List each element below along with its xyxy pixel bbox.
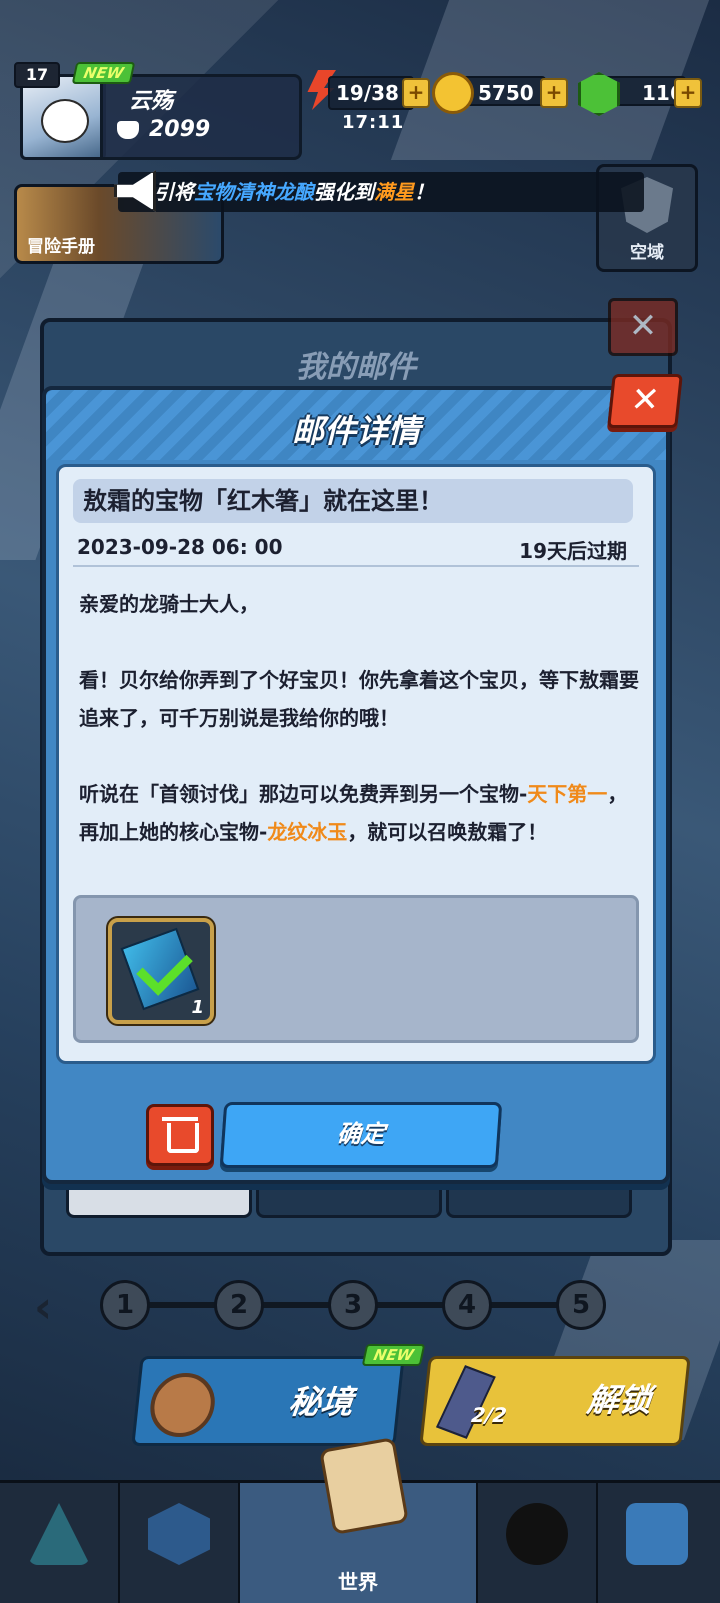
new-badge: NEW	[71, 62, 136, 84]
trash-icon-lid	[162, 1117, 198, 1121]
mail-content-card: 敖霜的宝物「红木箸」就在这里！ 2023-09-28 06: 00 19天后过期…	[56, 464, 656, 1064]
stage-dot[interactable]: 4	[442, 1280, 492, 1330]
nav-world-label: 世界	[338, 1570, 378, 1594]
mail-paragraph: 听说在「首领讨伐」那边可以免费弄到另一个宝物-天下第一，再加上她的核心宝物-龙纹…	[79, 775, 639, 851]
announcement-prefix: 引将	[154, 180, 194, 204]
stage-dot[interactable]: 2	[214, 1280, 264, 1330]
stage-selector: 1 2 3 4 5	[100, 1280, 620, 1330]
add-gem-button[interactable]: +	[674, 78, 702, 108]
unlock-label: 解锁	[585, 1381, 654, 1419]
confirm-button[interactable]: 确定	[219, 1102, 503, 1168]
mail-list-close-button[interactable]: ✕	[608, 298, 678, 356]
avatar-face	[41, 99, 89, 143]
target-icon	[147, 1373, 218, 1437]
add-gold-button[interactable]: +	[540, 78, 568, 108]
bottom-nav: 世界	[0, 1437, 720, 1603]
sky-domain-label: 空域	[630, 243, 664, 263]
stamina-timer: 17:11	[342, 112, 405, 133]
mail-text: 听说在「首领讨伐」那边可以免费弄到另一个宝物-	[79, 782, 528, 806]
announcement-banner: 引将宝物清神龙酿强化到满星！	[118, 172, 644, 212]
mail-date: 2023-09-28 06: 00	[77, 535, 283, 559]
mail-greeting: 亲爱的龙骑士大人，	[79, 592, 259, 616]
player-name: 云殇	[129, 89, 174, 114]
secret-realm-button[interactable]: 秘境	[131, 1356, 405, 1446]
announcement-suffix: ！	[414, 180, 434, 204]
announcement-mid: 强化到	[314, 180, 374, 204]
trash-icon	[167, 1123, 199, 1153]
attachment-area: 1	[73, 895, 639, 1043]
announcement-level: 满星	[374, 180, 414, 204]
add-stamina-button[interactable]: +	[402, 78, 430, 108]
chevron-left-icon[interactable]: ‹	[34, 1282, 52, 1333]
new-badge: NEW	[361, 1344, 426, 1366]
shop-icon	[626, 1503, 688, 1565]
unlock-button[interactable]: 2/2 解锁	[419, 1356, 691, 1446]
gold-coin-icon	[432, 72, 474, 114]
close-button[interactable]: ✕	[607, 374, 683, 428]
gold-resource: 5750 +	[432, 70, 568, 114]
adventure-book-label: 冒险手册	[27, 237, 95, 257]
nav-item-shop[interactable]	[598, 1483, 720, 1603]
mail-expiry: 19天后过期	[519, 539, 627, 563]
mail-list-title: 我的邮件	[296, 350, 416, 385]
unlock-count: 2/2	[470, 1403, 508, 1427]
crystal-icon	[28, 1503, 90, 1565]
stamina-resource: 19/38 +	[300, 70, 430, 110]
power-icon	[117, 121, 139, 139]
nav-item-guild[interactable]	[120, 1483, 240, 1603]
delete-button[interactable]	[146, 1104, 214, 1166]
nav-item-world[interactable]: 世界	[240, 1437, 478, 1603]
nav-item-heroes[interactable]	[0, 1483, 120, 1603]
gem-resource: 116 +	[578, 70, 702, 116]
mail-body: 亲爱的龙骑士大人， 看！贝尔给你弄到了个好宝贝！你先拿着这个宝贝，等下敖霜要追来…	[79, 585, 639, 889]
player-profile[interactable]: 云殇 2099 17 NEW	[14, 62, 302, 160]
hexagon-icon	[148, 1503, 210, 1565]
player-info: 云殇 2099	[100, 74, 302, 160]
key-icon	[435, 1365, 496, 1439]
divider	[73, 565, 639, 567]
secret-realm-label: 秘境	[286, 1383, 355, 1421]
attachment-item[interactable]: 1	[108, 918, 214, 1024]
map-icon	[319, 1437, 409, 1535]
mail-subject: 敖霜的宝物「红木箸」就在这里！	[73, 479, 633, 523]
mail-paragraph: 看！贝尔给你弄到了个好宝贝！你先拿着这个宝贝，等下敖霜要追来了，可千万别说是我给…	[79, 668, 639, 730]
stage-dot[interactable]: 1	[100, 1280, 150, 1330]
item-count: 1	[191, 997, 204, 1018]
stage-dot[interactable]: 5	[556, 1280, 606, 1330]
player-level: 17	[14, 62, 60, 88]
nav-item-characters[interactable]	[478, 1483, 598, 1603]
stage-dot[interactable]: 3	[328, 1280, 378, 1330]
highlight-treasure: 天下第一	[527, 782, 608, 806]
mail-text: ，就可以召唤敖霜了！	[347, 820, 548, 844]
player-power: 2099	[149, 117, 211, 142]
highlight-treasure: 龙纹冰玉	[267, 820, 348, 844]
announcement-item: 宝物清神龙酿	[194, 180, 314, 204]
dialog-title: 邮件详情	[291, 412, 420, 450]
character-icon	[506, 1503, 568, 1565]
